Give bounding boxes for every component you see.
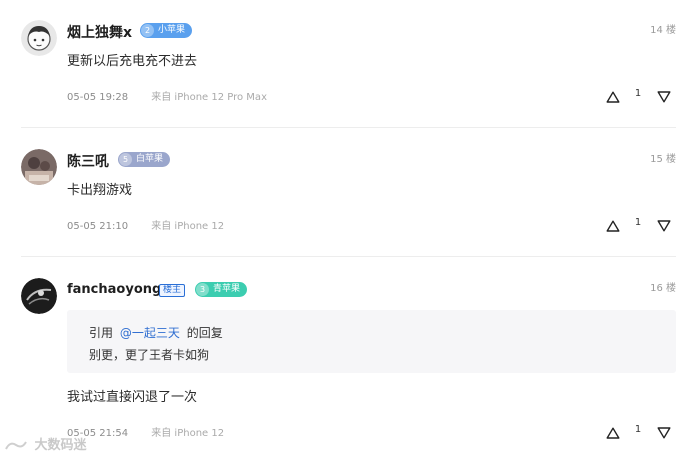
reply-content: 更新以后充电充不进去: [67, 54, 198, 69]
floor-number: 16 楼: [650, 283, 676, 294]
vote-count: 1: [634, 88, 642, 99]
username[interactable]: 陈三吼: [67, 151, 109, 171]
reply-post: 烟上独舞x 2 小苹果 14 楼 更新以后充电充不进去 05-05 19:28 …: [0, 0, 693, 128]
level-title: 小苹果: [158, 25, 186, 35]
watermark: 大数码迷: [4, 434, 87, 453]
reply-device: 来自 iPhone 12 Pro Max: [151, 92, 267, 103]
upvote-icon[interactable]: [606, 88, 620, 103]
reply-post: fanchaoyong 楼主 3 青苹果 16 楼 引用 @一起三天 的回复 别…: [0, 257, 693, 458]
username[interactable]: fanchaoyong: [67, 282, 161, 297]
watermark-text: 大数码迷: [34, 438, 87, 453]
quote-text: 别更，更了王者卡如狗: [89, 348, 210, 362]
level-number: 5: [119, 153, 132, 166]
reply-meta: 05-05 19:28 来自 iPhone 12 Pro Max: [67, 88, 267, 103]
downvote-icon[interactable]: [657, 88, 671, 103]
upvote-icon[interactable]: [606, 424, 620, 439]
floor-number: 14 楼: [650, 25, 676, 36]
reply-meta: 05-05 21:54 来自 iPhone 12: [67, 424, 224, 439]
downvote-icon[interactable]: [657, 217, 671, 232]
quote-header: 引用 @一起三天 的回复: [89, 324, 223, 341]
watermark-logo-icon: [5, 440, 27, 449]
avatar[interactable]: [21, 149, 57, 185]
level-title: 白苹果: [136, 154, 164, 164]
reply-content: 卡出翔游戏: [67, 183, 133, 198]
level-badge: 3 青苹果: [195, 282, 248, 297]
vote-count: 1: [634, 424, 642, 435]
username[interactable]: 烟上独舞x: [67, 22, 132, 42]
reply-date: 05-05 19:28: [67, 92, 129, 103]
reply-device: 来自 iPhone 12: [151, 221, 225, 232]
quote-user-link[interactable]: @一起三天: [120, 326, 180, 340]
avatar[interactable]: [21, 20, 57, 56]
owner-tag: 楼主: [159, 284, 186, 297]
reply-device: 来自 iPhone 12: [151, 428, 225, 439]
level-number: 2: [141, 24, 154, 37]
reply-meta: 05-05 21:10 来自 iPhone 12: [67, 217, 224, 232]
upvote-icon[interactable]: [606, 217, 620, 232]
level-number: 3: [196, 283, 209, 296]
reply-content: 我试过直接闪退了一次: [67, 390, 198, 405]
downvote-icon[interactable]: [657, 424, 671, 439]
reply-post: 陈三吼 5 白苹果 15 楼 卡出翔游戏 05-05 21:10 来自 iPho…: [0, 128, 693, 257]
vote-count: 1: [634, 217, 642, 228]
level-title: 青苹果: [213, 284, 241, 294]
quote-block: 引用 @一起三天 的回复 别更，更了王者卡如狗: [67, 310, 676, 373]
level-badge: 2 小苹果: [140, 23, 193, 38]
level-badge: 5 白苹果: [118, 152, 171, 167]
floor-number: 15 楼: [650, 154, 676, 165]
quote-suffix: 的回复: [186, 326, 223, 340]
avatar[interactable]: [21, 278, 57, 314]
reply-date: 05-05 21:10: [67, 221, 129, 232]
quote-prefix: 引用: [89, 326, 114, 340]
